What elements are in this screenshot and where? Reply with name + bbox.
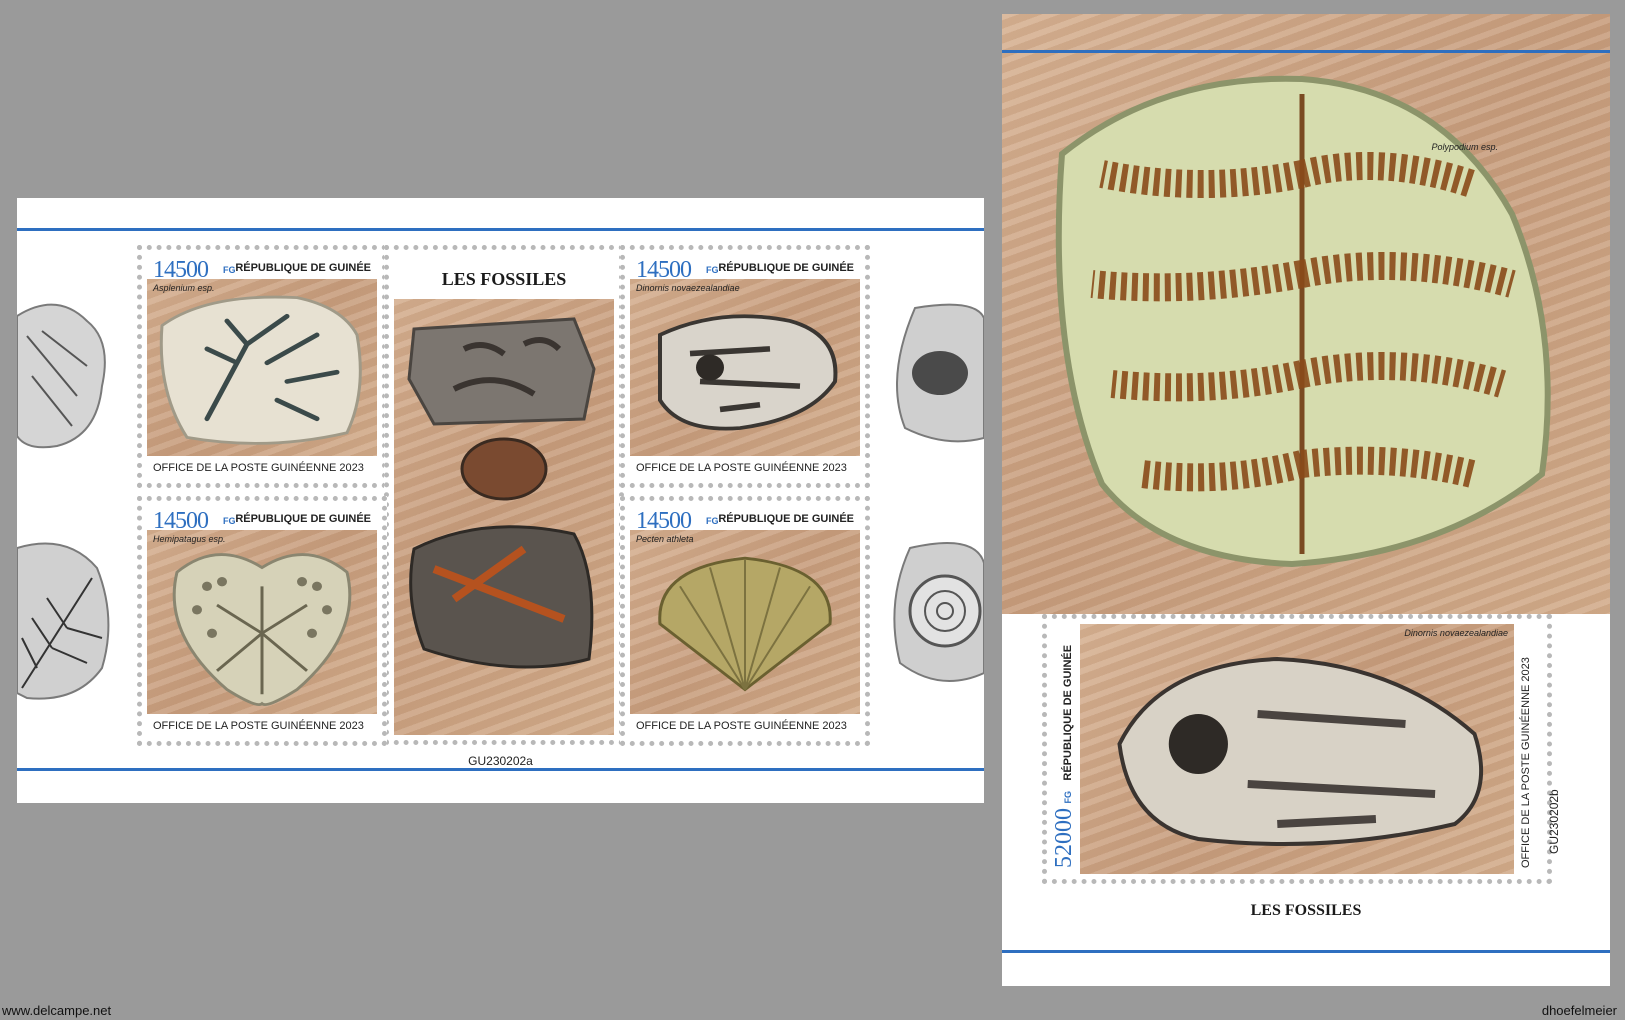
stamp-value: 52000 <box>1052 808 1077 868</box>
top-rule <box>1002 50 1610 53</box>
top-rule <box>17 228 984 231</box>
stamp-value: 14500 <box>153 257 209 283</box>
stamp-country: RÉPUBLIQUE DE GUINÉE <box>718 513 854 525</box>
souvenir-sheet-a: 14500 FG RÉPUBLIQUE DE GUINÉE Asplenium … <box>17 198 984 803</box>
stamp-value: 14500 <box>153 508 209 534</box>
stamp-picture <box>630 279 860 456</box>
stamp-species: Dinornis novaezealandiae <box>636 283 740 293</box>
stamp-species: Asplenium esp. <box>153 283 215 293</box>
stamp-country: RÉPUBLIQUE DE GUINÉE <box>235 513 371 525</box>
gray-leaf-fossil-art <box>17 303 106 449</box>
stamp-pecten: 14500 FG RÉPUBLIQUE DE GUINÉE Pecten ath… <box>620 496 870 746</box>
souvenir-sheet-b: Polypodium esp. 52000 FG RÉPUBLIQUE DE G… <box>1002 14 1610 986</box>
stamp-office: OFFICE DE LA POSTE GUINÉENNE 2023 <box>636 720 847 732</box>
stamp-currency: FG <box>223 516 236 526</box>
bottom-rule <box>17 768 984 771</box>
stamp-office: OFFICE DE LA POSTE GUINÉENNE 2023 <box>1520 657 1532 868</box>
stamp-dinornis: 14500 FG RÉPUBLIQUE DE GUINÉE Dinornis n… <box>620 245 870 488</box>
stamp-currency: FG <box>223 265 236 275</box>
stamp-species: Pecten athleta <box>636 534 694 544</box>
stamp-hemipatagus: 14500 FG RÉPUBLIQUE DE GUINÉE Hemipatagu… <box>137 496 387 746</box>
stamp-office: OFFICE DE LA POSTE GUINÉENNE 2023 <box>153 462 364 474</box>
gray-ammonite-fossil-art <box>893 542 984 682</box>
stamp-value: 14500 <box>636 257 692 283</box>
stamp-currency: FG <box>706 516 719 526</box>
stamp-country: RÉPUBLIQUE DE GUINÉE <box>1062 644 1074 781</box>
sheet-title: LES FOSSILES <box>1250 902 1362 919</box>
sheet-code: GU230202a <box>468 754 533 768</box>
gray-fern-fossil-art <box>17 542 110 700</box>
skull-art <box>1117 656 1484 846</box>
stamp-species: Dinornis novaezealandiae <box>1404 628 1508 638</box>
gray-trilobite-fossil-art <box>896 303 984 443</box>
watermark-left: www.delcampe.net <box>2 1003 112 1018</box>
bottom-rule <box>1002 950 1610 953</box>
stamp-office: OFFICE DE LA POSTE GUINÉENNE 2023 <box>153 720 364 732</box>
stamp-currency: FG <box>706 265 719 275</box>
stamp-picture <box>630 530 860 714</box>
watermark-right: dhoefelmeier <box>1541 1003 1617 1018</box>
stamp-country: RÉPUBLIQUE DE GUINÉE <box>718 262 854 274</box>
fern-fossil-art <box>1055 75 1551 568</box>
stamp-picture <box>147 530 377 714</box>
sheet-code: GU230202b <box>1547 789 1561 854</box>
trace-fossils-art <box>407 317 596 669</box>
stamp-country: RÉPUBLIQUE DE GUINÉE <box>235 262 371 274</box>
stamp-currency: FG <box>1063 791 1073 804</box>
stamp-species: Hemipatagus esp. <box>153 534 226 544</box>
stamp-office: OFFICE DE LA POSTE GUINÉENNE 2023 <box>636 462 847 474</box>
stamp-asplenium: 14500 FG RÉPUBLIQUE DE GUINÉE Asplenium … <box>137 245 387 488</box>
stamp-dinornis-skull: 52000 FG RÉPUBLIQUE DE GUINÉE OFFICE DE … <box>1042 614 1552 884</box>
stamp-value: 14500 <box>636 508 692 534</box>
sheet-title: LES FOSSILES <box>441 269 567 289</box>
fern-caption: Polypodium esp. <box>1431 142 1498 152</box>
stamp-picture <box>147 279 377 456</box>
center-title-label: LES FOSSILES <box>384 245 624 745</box>
